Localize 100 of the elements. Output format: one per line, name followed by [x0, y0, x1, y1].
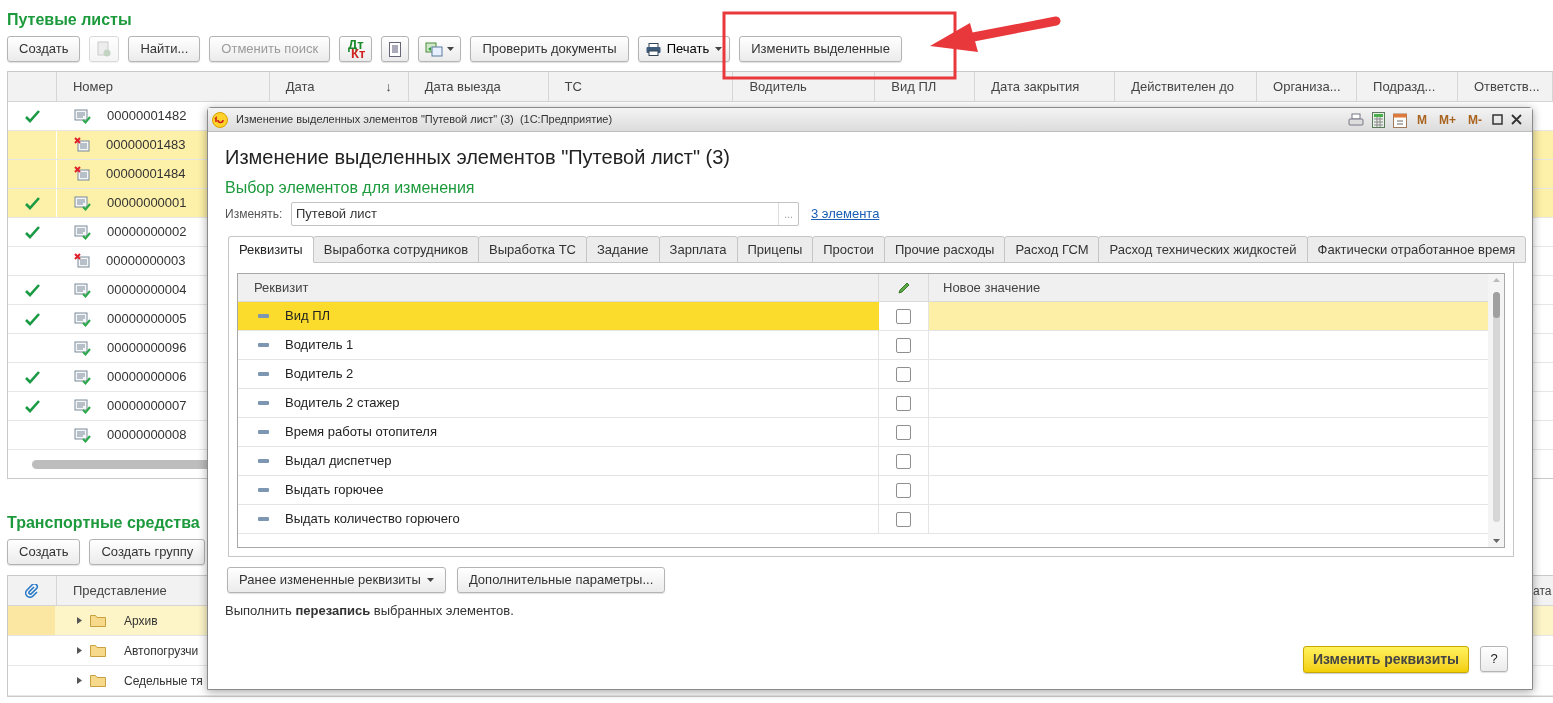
- dt-kt-button[interactable]: Дт Кт: [339, 36, 373, 62]
- scrollbar-thumb[interactable]: [1492, 292, 1500, 318]
- memory-button[interactable]: M+: [1437, 110, 1458, 129]
- memory-button[interactable]: M-: [1466, 110, 1484, 129]
- number-cell-text: 00000000007: [107, 397, 187, 416]
- attribute-icon: [258, 488, 269, 492]
- column-header[interactable]: Водитель: [733, 72, 876, 101]
- count-link[interactable]: 3 элемента: [811, 204, 880, 224]
- tab[interactable]: Расход технических жидкостей: [1098, 236, 1308, 263]
- generate-button[interactable]: [418, 36, 462, 62]
- dialog-button[interactable]: Ранее измененные реквизиты: [227, 567, 446, 593]
- table-row[interactable]: Водитель 2: [238, 360, 1488, 389]
- attribute-icon: [258, 430, 269, 434]
- toolbar-button[interactable]: Создать: [7, 539, 81, 565]
- checkbox[interactable]: [896, 337, 911, 353]
- attribute-name: Водитель 2: [285, 365, 354, 384]
- attribute-icon: [258, 459, 269, 463]
- column-header[interactable]: Организа...: [1257, 72, 1358, 101]
- number-cell-text: 00000000005: [107, 310, 187, 329]
- number-cell-text: 00000001483: [106, 136, 186, 155]
- toolbar-button[interactable]: Создать: [7, 36, 81, 62]
- checkbox[interactable]: [896, 511, 911, 527]
- number-cell-text: 00000000096: [107, 339, 187, 358]
- checkbox[interactable]: [896, 395, 911, 411]
- print-button[interactable]: Печать: [637, 36, 731, 62]
- tab[interactable]: Выработка сотрудников: [312, 236, 480, 263]
- checkbox[interactable]: [896, 308, 911, 324]
- calendar-icon[interactable]: [1393, 111, 1407, 128]
- number-cell-text: 00000000006: [107, 368, 187, 387]
- report-button[interactable]: [381, 36, 410, 62]
- calculator-icon[interactable]: [1372, 111, 1385, 128]
- tab[interactable]: Выработка ТС: [478, 236, 587, 263]
- toolbar-button[interactable]: Создать группу: [89, 539, 206, 565]
- document-icon: [97, 41, 112, 57]
- tab[interactable]: Простои: [812, 236, 885, 263]
- scroll-up-icon[interactable]: [1492, 278, 1500, 282]
- vertical-scrollbar[interactable]: [1488, 274, 1504, 547]
- object-type-field[interactable]: Путевой лист ...: [291, 202, 799, 226]
- maximize-icon[interactable]: [1492, 114, 1503, 125]
- expand-icon[interactable]: [77, 617, 82, 624]
- tab[interactable]: Зарплата: [658, 236, 738, 263]
- column-header[interactable]: ата: [1533, 576, 1553, 605]
- table-row[interactable]: Водитель 2 стажер: [238, 389, 1488, 418]
- attribute-name: Время работы отопителя: [285, 423, 437, 442]
- column-header[interactable]: Дата закрытия: [975, 72, 1116, 101]
- expand-icon[interactable]: [77, 647, 82, 654]
- table-row[interactable]: Время работы отопителя: [238, 418, 1488, 447]
- apply-button[interactable]: Изменить реквизиты: [1303, 646, 1469, 673]
- number-cell-text: 00000000004: [107, 281, 187, 300]
- app-logo-icon: [212, 111, 228, 128]
- tab[interactable]: Реквизиты: [228, 236, 314, 263]
- number-cell-text: 00000000008: [107, 426, 187, 445]
- table-row[interactable]: Выдать количество горючего: [238, 505, 1488, 534]
- attribute-name: Выдать горючее: [285, 481, 384, 500]
- attribute-icon: [258, 401, 269, 405]
- column-header[interactable]: Номер: [56, 72, 270, 101]
- toolbar-button[interactable]: Проверить документы: [470, 36, 629, 62]
- scrollbar-track[interactable]: [1492, 292, 1500, 522]
- number-cell-text: 00000001482: [107, 107, 187, 126]
- toolbar-button[interactable]: Изменить выделенные: [739, 36, 902, 62]
- column-header[interactable]: Дата выезда: [408, 72, 549, 101]
- column-header[interactable]: Ответств...: [1458, 72, 1553, 101]
- attribute-name: Водитель 1: [285, 336, 354, 355]
- tab[interactable]: Расход ГСМ: [1004, 236, 1100, 263]
- pencil-icon: [896, 280, 911, 295]
- close-icon[interactable]: [1511, 114, 1522, 125]
- checkbox[interactable]: [896, 424, 911, 440]
- expand-icon[interactable]: [77, 677, 82, 684]
- column-header[interactable]: ТС: [548, 72, 734, 101]
- window-title: Изменение выделенных элементов "Путевой лист" (3) (1С:Предприятие): [236, 112, 613, 128]
- table-row[interactable]: Выдал диспетчер: [238, 447, 1488, 476]
- attribute-name: Выдал диспетчер: [285, 452, 392, 471]
- memory-button[interactable]: M: [1415, 110, 1429, 129]
- tab[interactable]: Прочие расходы: [883, 236, 1006, 263]
- dialog-button[interactable]: Дополнительные параметры...: [456, 567, 666, 593]
- checkbox[interactable]: [896, 482, 911, 498]
- column-header[interactable]: Новое значение: [929, 274, 1488, 301]
- tab[interactable]: Фактически отработанное время: [1306, 236, 1527, 263]
- column-header[interactable]: Дата ↓: [269, 72, 409, 101]
- help-button[interactable]: ?: [1480, 646, 1508, 672]
- column-header[interactable]: Подразд...: [1357, 72, 1458, 101]
- checkbox[interactable]: [896, 366, 911, 382]
- attribute-name: Водитель 2 стажер: [285, 394, 400, 413]
- attribute-icon: [258, 517, 269, 521]
- column-header[interactable]: Вид ПЛ: [875, 72, 976, 101]
- table-row[interactable]: Водитель 1: [238, 331, 1488, 360]
- dialog-heading: Изменение выделенных элементов "Путевой лист" (3): [225, 145, 732, 170]
- scroll-down-icon[interactable]: [1492, 539, 1500, 543]
- toolbar-button[interactable]: Найти...: [128, 36, 201, 62]
- table-row[interactable]: Выдать горючее: [238, 476, 1488, 505]
- checkbox[interactable]: [896, 453, 911, 469]
- section-title: Путевые листы: [7, 10, 132, 30]
- folder-icon: [90, 614, 106, 627]
- table-row[interactable]: Вид ПЛ: [238, 302, 1488, 331]
- column-header[interactable]: Действителен до: [1115, 72, 1258, 101]
- number-cell-text: 00000000002: [107, 223, 187, 242]
- tab[interactable]: Задание: [586, 236, 660, 263]
- column-header[interactable]: Реквизит: [238, 274, 879, 301]
- printer-icon[interactable]: [1348, 112, 1364, 127]
- number-cell-text: 00000000001: [107, 194, 187, 213]
